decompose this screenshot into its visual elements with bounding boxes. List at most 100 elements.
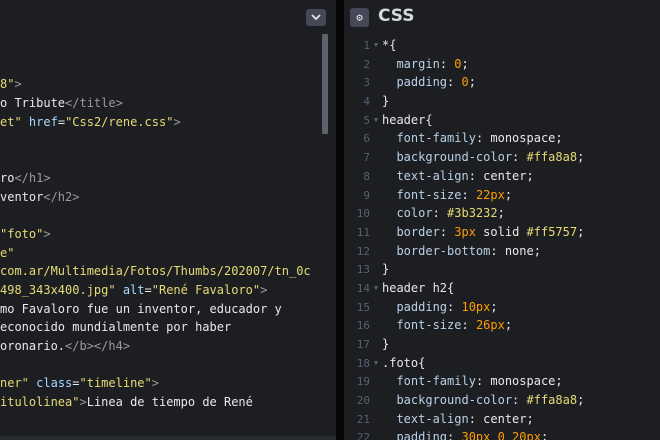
- html-editor-scrollbar[interactable]: [322, 34, 328, 134]
- code-line: com.ar/Multimedia/Fotos/Thumbs/202007/tn…: [0, 262, 311, 281]
- code-text: padding: 0;: [382, 73, 476, 92]
- code-line: 8 text-align: center;: [344, 167, 660, 186]
- code-text: padding: 10px;: [382, 298, 498, 317]
- code-token: header{: [382, 112, 433, 127]
- code-line: 5 ▼ header{: [344, 111, 660, 130]
- line-number: 14: [356, 281, 370, 295]
- code-text: header h2{: [382, 279, 454, 298]
- code-text: text-align: center;: [382, 410, 534, 429]
- editor-collapse-button[interactable]: [306, 9, 326, 26]
- code-text: padding: 30px 0 20px;: [382, 428, 548, 440]
- code-token: : center;: [468, 168, 534, 183]
- code-token: ;: [504, 318, 513, 333]
- code-token: padding: [396, 75, 448, 90]
- pane-resize-handle[interactable]: [336, 0, 344, 440]
- code-token: 8": [0, 77, 15, 92]
- code-token: 0: [461, 75, 469, 90]
- code-token: com.ar/Multimedia/Fotos/Thumbs/202007/tn…: [0, 264, 311, 279]
- code-token: #ffa8a8: [526, 393, 578, 408]
- fold-arrow-icon[interactable]: ▼: [370, 354, 382, 373]
- code-token: margin: [396, 56, 440, 71]
- html-editor-header: [0, 0, 336, 35]
- css-code-lines: 1 ▼ *{2 margin: 0; 3 padding: 0; 4} 5 ▼ header{…: [344, 36, 660, 440]
- code-line: "foto">: [0, 225, 311, 244]
- code-text: *{: [382, 36, 396, 55]
- code-token: :: [447, 75, 462, 90]
- code-text: background-color: #ffa8a8;: [382, 148, 584, 167]
- css-code-area[interactable]: 1 ▼ *{2 margin: 0; 3 padding: 0; 4} 5 ▼ header{…: [344, 34, 660, 440]
- code-token: class: [36, 376, 73, 391]
- fold-arrow-icon[interactable]: ▼: [370, 111, 382, 130]
- code-token: 10px: [461, 299, 491, 314]
- code-token: :: [461, 318, 476, 333]
- code-line: e": [0, 244, 311, 263]
- html-code-lines: 8"> o Tribute</title> et" href="Css2/rene.…: [0, 38, 311, 430]
- code-token: ;: [540, 430, 549, 440]
- code-token: </h1>: [14, 170, 51, 185]
- line-number: 6: [363, 132, 370, 146]
- line-number: 3: [363, 76, 370, 90]
- code-token: text-align: [396, 168, 469, 183]
- code-token: "timeline": [79, 376, 152, 391]
- code-token: #3b3232: [447, 206, 498, 221]
- code-token: oronario.: [0, 339, 66, 353]
- code-token: :: [461, 187, 476, 202]
- fold-arrow-icon[interactable]: ▼: [370, 279, 382, 298]
- code-line: itulolinea">Linea de tiempo de René: [0, 393, 311, 412]
- code-token: }: [382, 94, 390, 109]
- code-line: et" href="Css2/rene.css">: [0, 113, 311, 132]
- code-token: =: [144, 282, 152, 297]
- code-text: font-family: monospace;: [382, 129, 562, 148]
- line-number: 17: [356, 338, 370, 351]
- code-token: header h2{: [382, 280, 455, 295]
- code-text: margin: 0;: [382, 55, 468, 74]
- code-line: 14 ▼ header h2{: [344, 279, 660, 298]
- code-token: </h2>: [43, 189, 80, 204]
- code-token: color: [396, 206, 433, 221]
- fold-arrow-icon[interactable]: ▼: [370, 36, 382, 55]
- code-token: 3px: [454, 224, 476, 239]
- code-token: border-bottom: [396, 243, 491, 258]
- code-token: }: [382, 337, 390, 351]
- code-line: 4}: [344, 92, 660, 111]
- code-token: ;: [490, 299, 498, 314]
- line-number: 20: [356, 394, 370, 408]
- code-text: }: [382, 260, 389, 279]
- code-line: 9 font-size: 22px;: [344, 186, 660, 205]
- code-token: >: [173, 114, 181, 129]
- code-token: 26px: [475, 318, 505, 333]
- code-token: ventor: [0, 189, 44, 204]
- line-number: 22: [356, 431, 370, 440]
- line-number: 7: [363, 151, 370, 165]
- code-token: >: [79, 395, 87, 410]
- code-text: font-size: 22px;: [382, 186, 512, 205]
- code-token: o Tribute: [0, 96, 66, 111]
- code-line: 1 ▼ *{: [344, 36, 660, 55]
- line-number: 21: [356, 412, 370, 426]
- code-token: background-color: [396, 150, 513, 165]
- css-settings-button[interactable]: ⚙: [350, 8, 369, 27]
- code-token: : center;: [468, 411, 534, 426]
- code-token: }: [382, 262, 390, 277]
- code-text: font-size: 26px;: [382, 316, 512, 335]
- code-line: 7 background-color: #ffa8a8;: [344, 148, 660, 167]
- html-code-area[interactable]: 8"> o Tribute</title> et" href="Css2/rene.…: [0, 34, 336, 440]
- line-number: 9: [363, 188, 370, 202]
- code-token: :: [432, 206, 448, 221]
- code-token: 498_343x400.jpg": [0, 282, 116, 297]
- code-token: et": [0, 114, 22, 129]
